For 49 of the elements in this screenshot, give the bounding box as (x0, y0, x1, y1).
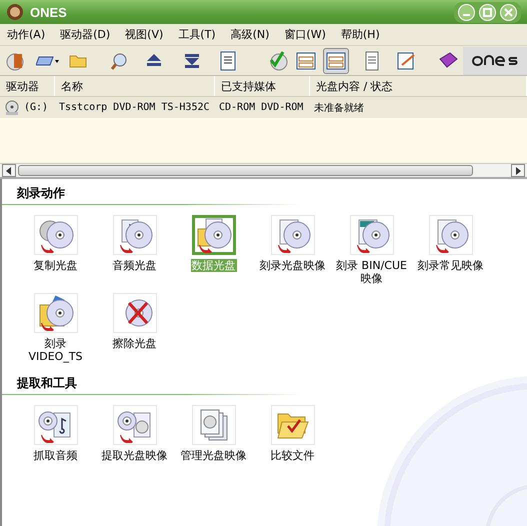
drive-icon (4, 100, 20, 116)
table-cell-text: 未准备就绪 (314, 102, 364, 114)
scroll-right-button[interactable] (511, 164, 525, 177)
column-header[interactable]: 已支持媒体 (215, 76, 310, 96)
menu-item[interactable]: 工具(T) (175, 27, 228, 42)
action-label: 刻录光盘映像 (258, 259, 326, 272)
section-title: 提取和工具 (17, 375, 77, 392)
window-title: ONES (30, 4, 67, 20)
action-label: 音频光盘 (112, 259, 158, 272)
column-header[interactable]: 名称 (55, 76, 215, 96)
action-label: 擦除光盘 (112, 337, 158, 350)
minimize-button[interactable] (458, 4, 475, 20)
menu-item[interactable]: 高级(N) (228, 27, 282, 42)
menu-item[interactable]: 窗口(W) (281, 27, 338, 42)
action-label: 刻录 VIDEO_TS (27, 337, 84, 363)
action-label: 抓取音频 (32, 449, 78, 462)
action-label: 提取光盘映像 (100, 449, 168, 462)
menu-item[interactable]: 驱动器(D) (57, 27, 122, 42)
disc-icon (196, 217, 232, 253)
maximize-icon (483, 8, 492, 16)
minimize-icon (463, 14, 470, 16)
table-cell: CD-ROM DVD-ROM (219, 102, 304, 113)
ones-logo-icon (472, 54, 518, 66)
action-tile[interactable] (192, 215, 236, 255)
close-icon (504, 8, 513, 16)
action-label: 管理光盘映像 (180, 449, 248, 462)
menu-item[interactable]: 视图(V) (122, 27, 176, 42)
toolbar-button[interactable] (323, 48, 349, 74)
action-label: 刻录常见映像 (416, 259, 484, 272)
disc-icon (38, 295, 74, 331)
horizontal-scrollbar[interactable] (0, 163, 527, 179)
right-arrow-icon (515, 166, 521, 174)
table-cell: Tsstcorp DVD-ROM TS-H352C (59, 102, 210, 113)
table-cell: (G:) (24, 102, 48, 113)
action-label: 比较文件 (270, 449, 316, 462)
left-arrow-icon (6, 166, 12, 174)
section-title: 刻录动作 (17, 185, 65, 202)
action-label: 刻录 BIN/CUE 映像 (335, 259, 408, 285)
maximize-button[interactable] (479, 4, 496, 20)
scroll-thumb[interactable] (18, 165, 473, 176)
action-label: 复制光盘 (32, 259, 78, 272)
app-logo-icon (6, 3, 24, 21)
column-header[interactable]: 光盘内容 / 状态 (310, 76, 527, 96)
scroll-left-button[interactable] (2, 164, 16, 177)
action-label: 数据光盘 (190, 259, 236, 272)
menu-item[interactable]: 动作(A) (4, 27, 58, 42)
menu-item[interactable]: 帮助(H) (338, 27, 392, 42)
column-header[interactable]: 驱动器 (0, 76, 55, 96)
close-button[interactable] (500, 4, 517, 20)
